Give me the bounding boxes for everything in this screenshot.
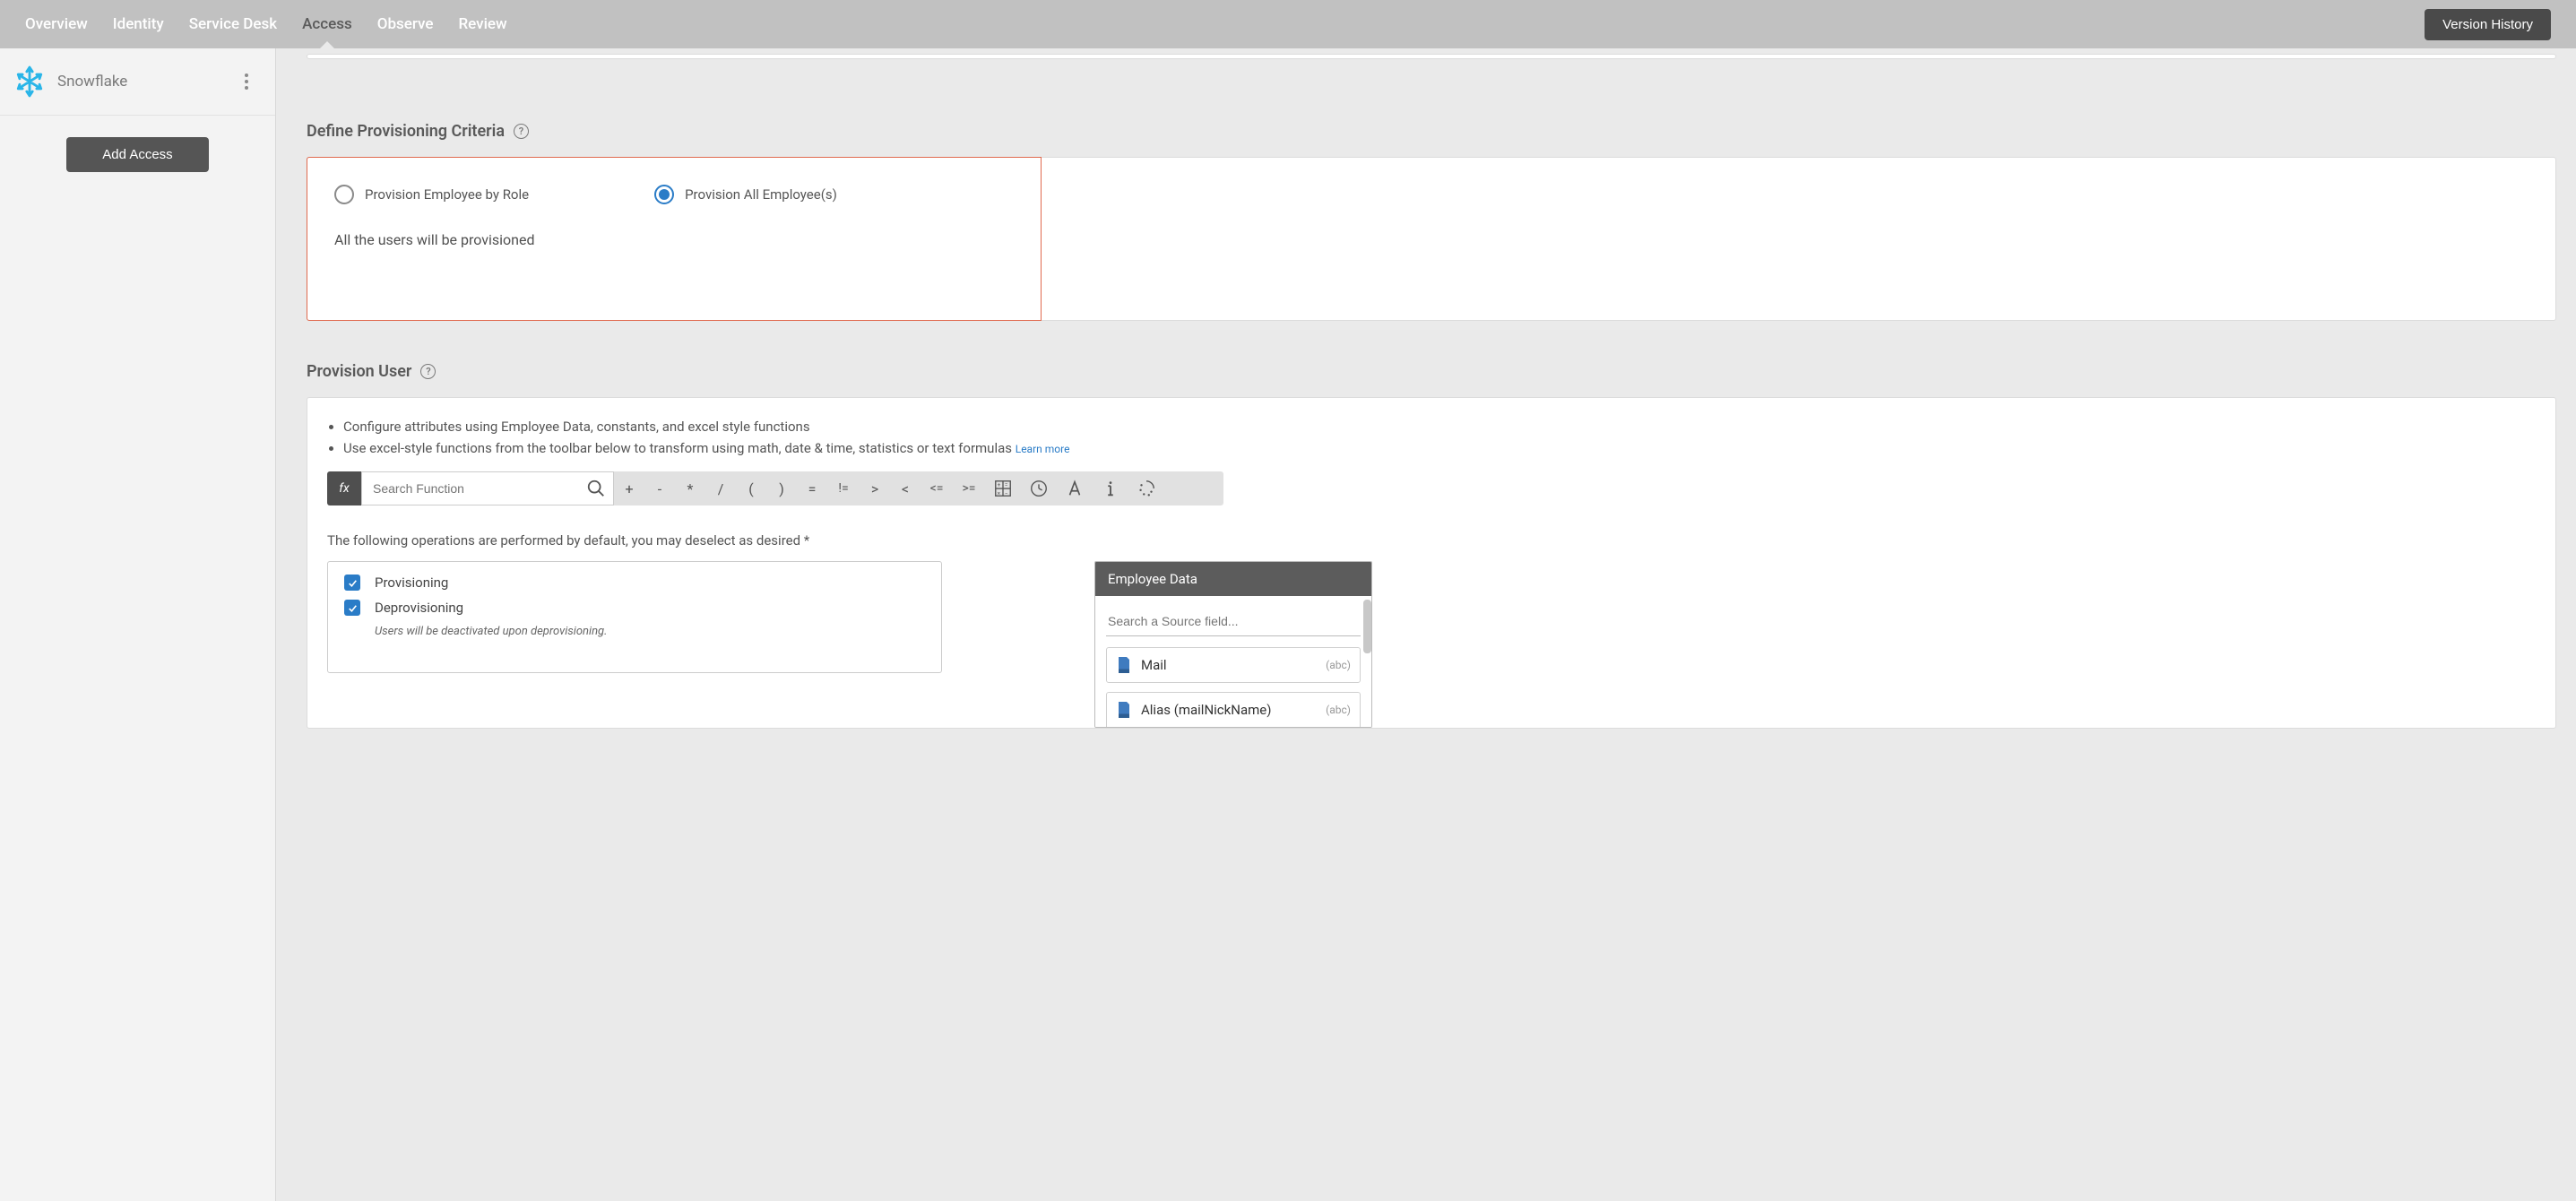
math-icon[interactable]: + = ×−	[985, 471, 1021, 505]
svg-text:−: −	[1005, 489, 1008, 497]
employee-data-panel: Employee Data Mail (abc) Alias (mailNick…	[1094, 561, 1372, 728]
op-plus[interactable]: +	[614, 471, 644, 505]
operations-box: Provisioning Deprovisioning Users will b…	[327, 561, 942, 673]
op-gt[interactable]: >	[860, 471, 890, 505]
op-lt[interactable]: <	[890, 471, 921, 505]
op-multiply[interactable]: *	[675, 471, 705, 505]
criteria-description: All the users will be provisioned	[334, 231, 1014, 248]
deprovisioning-note: Users will be deactivated upon deprovisi…	[375, 625, 925, 638]
field-type: (abc)	[1326, 704, 1351, 716]
deprovisioning-checkbox[interactable]	[344, 600, 360, 616]
op-neq[interactable]: !=	[827, 471, 860, 505]
field-type: (abc)	[1326, 659, 1351, 671]
document-icon	[1116, 700, 1132, 720]
employee-search-input[interactable]	[1106, 607, 1361, 636]
bullet-item: Configure attributes using Employee Data…	[343, 416, 2536, 437]
tab-observe[interactable]: Observe	[377, 0, 434, 48]
tab-review[interactable]: Review	[458, 0, 506, 48]
field-name: Alias (mailNickName)	[1141, 702, 1271, 718]
op-minus[interactable]: -	[644, 471, 675, 505]
provision-user-title: Provision User	[307, 362, 411, 381]
tab-identity[interactable]: Identity	[113, 0, 164, 48]
help-icon[interactable]: ?	[514, 124, 529, 139]
sidebar-app-row[interactable]: Snowflake	[0, 48, 275, 116]
svg-text:+: +	[998, 481, 1001, 488]
employee-data-header: Employee Data	[1095, 562, 1371, 596]
scrollbar-thumb[interactable]	[1363, 600, 1371, 653]
learn-more-link[interactable]: Learn more	[1016, 443, 1070, 455]
op-gte[interactable]: >=	[953, 471, 985, 505]
operations-note: The following operations are performed b…	[327, 532, 2536, 549]
sidebar-app-name: Snowflake	[57, 73, 127, 91]
svg-text:=: =	[1005, 481, 1008, 488]
sidebar: Snowflake Add Access	[0, 48, 276, 1201]
main-content: Define Provisioning Criteria ? Provision…	[276, 48, 2576, 1201]
snowflake-icon	[13, 65, 47, 99]
radio-provision-by-role[interactable]: Provision Employee by Role	[334, 185, 529, 204]
provision-user-card: Configure attributes using Employee Data…	[307, 397, 2556, 729]
op-paren-close[interactable]: )	[766, 471, 797, 505]
criteria-section-title: Define Provisioning Criteria	[307, 122, 505, 141]
radio-provision-all[interactable]: Provision All Employee(s)	[654, 185, 837, 204]
op-lte[interactable]: <=	[921, 471, 953, 505]
add-access-button[interactable]: Add Access	[66, 137, 208, 172]
field-row-mail[interactable]: Mail (abc)	[1106, 647, 1361, 683]
field-row-alias[interactable]: Alias (mailNickName) (abc)	[1106, 692, 1361, 727]
text-icon[interactable]	[1057, 471, 1093, 505]
search-function-input[interactable]	[362, 472, 586, 505]
tab-service-desk[interactable]: Service Desk	[189, 0, 277, 48]
previous-card-edge	[307, 54, 2556, 59]
radio-label: Provision All Employee(s)	[685, 186, 837, 203]
op-eq[interactable]: =	[797, 471, 827, 505]
bullet-item: Use excel-style functions from the toolb…	[343, 437, 2536, 459]
checkbox-label: Provisioning	[375, 575, 448, 591]
checkbox-label: Deprovisioning	[375, 600, 463, 616]
field-name: Mail	[1141, 657, 1167, 673]
criteria-card: Provision Employee by Role Provision All…	[307, 157, 2556, 321]
function-toolbar: fx + - * / ( ) = != > < <= >=	[327, 471, 1223, 505]
search-icon[interactable]	[586, 479, 606, 498]
tab-overview[interactable]: Overview	[25, 0, 88, 48]
top-tabs: Overview Identity Service Desk Access Ob…	[25, 0, 507, 48]
help-icon[interactable]: ?	[420, 364, 436, 379]
more-options-icon[interactable]	[236, 71, 257, 92]
info-icon[interactable]	[1093, 471, 1128, 505]
op-divide[interactable]: /	[705, 471, 736, 505]
fx-label: fx	[327, 471, 361, 505]
misc-icon[interactable]	[1128, 471, 1164, 505]
svg-text:×: ×	[998, 489, 1001, 497]
op-paren-open[interactable]: (	[736, 471, 766, 505]
tab-access[interactable]: Access	[302, 0, 352, 48]
provisioning-checkbox[interactable]	[344, 575, 360, 591]
version-history-button[interactable]: Version History	[2425, 9, 2551, 40]
document-icon	[1116, 655, 1132, 675]
clock-icon[interactable]	[1021, 471, 1057, 505]
radio-label: Provision Employee by Role	[365, 186, 529, 203]
